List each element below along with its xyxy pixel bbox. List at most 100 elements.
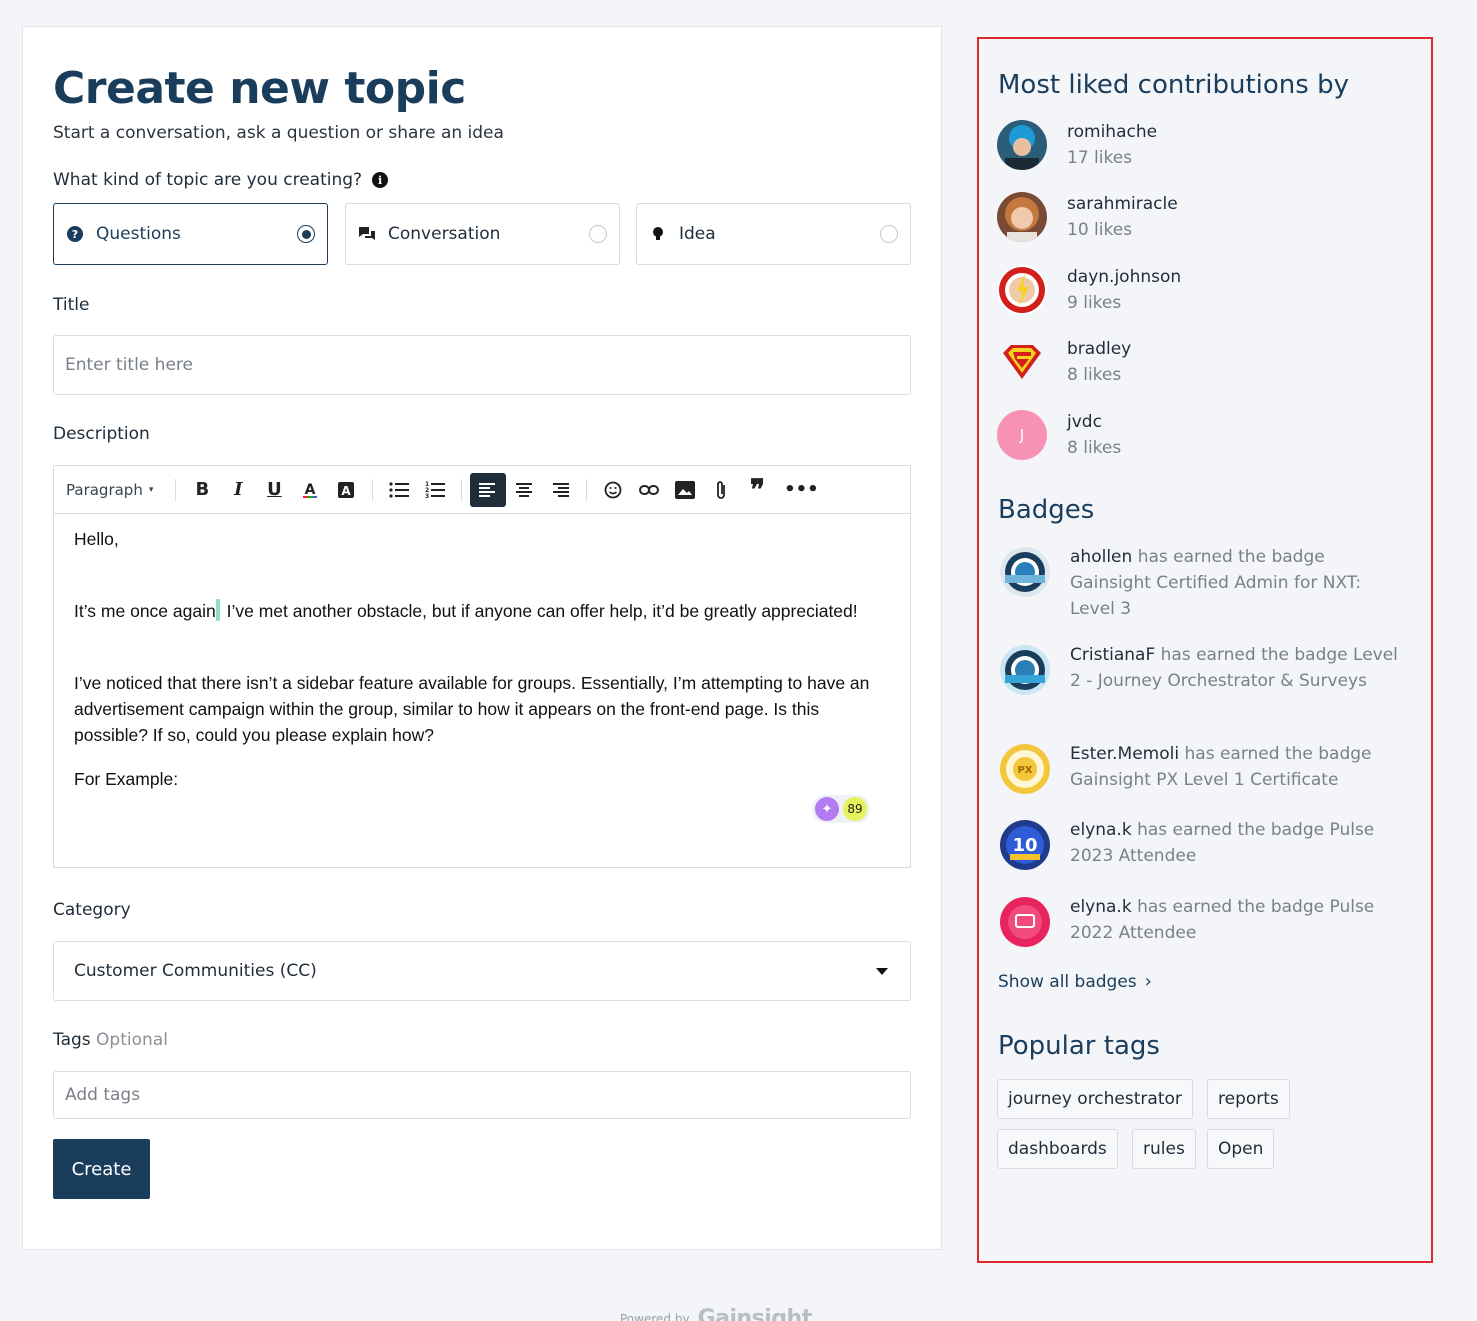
tag-chip[interactable]: dashboards	[997, 1129, 1118, 1169]
badge-user[interactable]: elyna.k	[1070, 897, 1132, 917]
topic-kind-label: What kind of topic are you creating? i	[53, 170, 389, 190]
contributor-item[interactable]: bradley 8 likes	[997, 336, 1131, 388]
toolbar-separator	[372, 478, 374, 501]
page-subtitle: Start a conversation, ask a question or …	[53, 123, 504, 143]
assistant-widget[interactable]: ✦ 89	[812, 795, 870, 823]
svg-text:A: A	[342, 484, 352, 498]
bold-icon[interactable]: B	[184, 473, 220, 507]
badge-item: elyna.k has earned the badge Pulse 2022 …	[997, 894, 1417, 950]
text-color-icon[interactable]: A	[292, 473, 328, 507]
contributor-likes: 9 likes	[1067, 293, 1122, 313]
quote-icon[interactable]: ❞	[739, 473, 775, 507]
svg-text:A: A	[305, 482, 316, 498]
align-center-icon[interactable]	[506, 473, 542, 507]
category-select[interactable]: Customer Communities (CC)	[53, 941, 911, 1001]
badge-user[interactable]: ahollen	[1070, 547, 1132, 567]
numbered-list-icon[interactable]: 123	[417, 473, 453, 507]
contributor-item[interactable]: J jvdc 8 likes	[997, 409, 1121, 461]
powered-by-text: Powered by	[620, 1311, 690, 1321]
image-icon[interactable]	[667, 473, 703, 507]
bullet-list-icon[interactable]	[381, 473, 417, 507]
contributor-likes: 8 likes	[1067, 438, 1122, 458]
kind-option-questions[interactable]: ? Questions	[53, 203, 328, 265]
avatar[interactable]	[997, 337, 1047, 387]
page-title: Create new topic	[53, 63, 466, 114]
emoji-icon[interactable]	[595, 473, 631, 507]
question-circle-icon: ?	[66, 225, 84, 243]
align-right-icon[interactable]	[542, 473, 578, 507]
most-liked-title: Most liked contributions by	[998, 70, 1349, 100]
brand-logo[interactable]: Gainsight	[698, 1306, 813, 1321]
badge-user[interactable]: CristianaF	[1070, 645, 1155, 665]
contributor-name[interactable]: romihache	[1067, 119, 1157, 145]
badge-user[interactable]: Ester.Memoli	[1070, 744, 1179, 764]
description-label: Description	[53, 424, 150, 444]
description-editor[interactable]: Paragraph ▾ B I U A A 123 ❞ ••• Hello, I…	[53, 465, 911, 868]
tags-input[interactable]	[53, 1071, 911, 1119]
create-button[interactable]: Create	[53, 1139, 150, 1199]
editor-toolbar: Paragraph ▾ B I U A A 123 ❞ •••	[54, 466, 910, 514]
toolbar-separator	[175, 478, 177, 501]
editor-line: I’ve noticed that there isn’t a sidebar …	[74, 673, 870, 745]
sparkle-icon[interactable]: ✦	[815, 797, 839, 821]
popular-tags-title: Popular tags	[998, 1031, 1160, 1061]
editor-text: It’s me once again	[74, 601, 216, 621]
title-input[interactable]	[53, 335, 911, 395]
contributor-likes: 8 likes	[1067, 365, 1122, 385]
show-all-badges-label: Show all badges	[998, 971, 1137, 992]
editor-content[interactable]: Hello, It’s me once again I’ve met anoth…	[54, 514, 910, 804]
badge-item: CristianaF has earned the badge Level 2 …	[997, 642, 1417, 698]
toolbar-separator	[586, 478, 588, 501]
contributor-item[interactable]: sarahmiracle 10 likes	[997, 191, 1178, 243]
badges-title: Badges	[998, 495, 1095, 525]
contributor-item[interactable]: romihache 17 likes	[997, 119, 1157, 171]
more-icon[interactable]: •••	[783, 473, 819, 507]
avatar-initial: J	[1019, 426, 1025, 444]
badge-item: PX Ester.Memoli has earned the badge Gai…	[997, 741, 1417, 797]
link-icon[interactable]	[631, 473, 667, 507]
contributor-item[interactable]: dayn.johnson 9 likes	[997, 264, 1181, 316]
radio-conversation[interactable]	[589, 225, 607, 243]
text-cursor	[215, 599, 220, 621]
paragraph-label: Paragraph	[66, 480, 143, 499]
tag-chip[interactable]: Open	[1207, 1129, 1275, 1169]
info-icon[interactable]: i	[372, 172, 389, 188]
paragraph-dropdown[interactable]: Paragraph ▾	[66, 481, 153, 499]
avatar[interactable]	[997, 265, 1047, 315]
kind-option-conversation[interactable]: Conversation	[345, 203, 620, 265]
kind-option-idea[interactable]: Idea	[636, 203, 911, 265]
badge-item: 10 elyna.k has earned the badge Pulse 20…	[997, 817, 1417, 873]
contributor-name[interactable]: dayn.johnson	[1067, 264, 1181, 290]
tag-chip[interactable]: rules	[1132, 1129, 1196, 1169]
avatar[interactable]	[997, 120, 1047, 170]
tag-chip[interactable]: reports	[1207, 1079, 1290, 1119]
contributor-name[interactable]: jvdc	[1067, 409, 1121, 435]
kind-label: Questions	[96, 224, 181, 244]
create-topic-card: Create new topic Start a conversation, a…	[22, 26, 942, 1250]
footer: Powered by Gainsight	[620, 1306, 812, 1321]
badge-user[interactable]: elyna.k	[1070, 820, 1132, 840]
avatar[interactable]	[997, 192, 1047, 242]
contributor-name[interactable]: sarahmiracle	[1067, 191, 1178, 217]
underline-icon[interactable]: U	[256, 473, 292, 507]
attachment-icon[interactable]	[703, 473, 739, 507]
align-left-icon[interactable]	[470, 472, 507, 507]
contributor-likes: 17 likes	[1067, 148, 1133, 168]
editor-line: It’s me once again I’ve met another obst…	[74, 598, 890, 624]
avatar[interactable]: J	[997, 410, 1047, 460]
badge-item: ahollen has earned the badge Gainsight C…	[997, 544, 1417, 622]
editor-line: Hello,	[74, 529, 119, 549]
pulse-2022-badge-icon	[997, 894, 1053, 950]
radio-idea[interactable]	[880, 225, 898, 243]
italic-icon[interactable]: I	[220, 473, 256, 507]
topic-kind-label-text: What kind of topic are you creating?	[53, 170, 363, 190]
radio-questions[interactable]	[297, 225, 315, 243]
tags-label-text: Tags	[53, 1030, 91, 1050]
pulse-2023-badge-icon: 10	[997, 817, 1053, 873]
certified-admin-badge-icon	[997, 544, 1053, 600]
show-all-badges-link[interactable]: Show all badges ›	[998, 971, 1152, 992]
contributor-name[interactable]: bradley	[1067, 336, 1131, 362]
tag-chip[interactable]: journey orchestrator	[997, 1079, 1193, 1119]
category-value: Customer Communities (CC)	[74, 961, 317, 981]
highlight-icon[interactable]: A	[328, 473, 364, 507]
